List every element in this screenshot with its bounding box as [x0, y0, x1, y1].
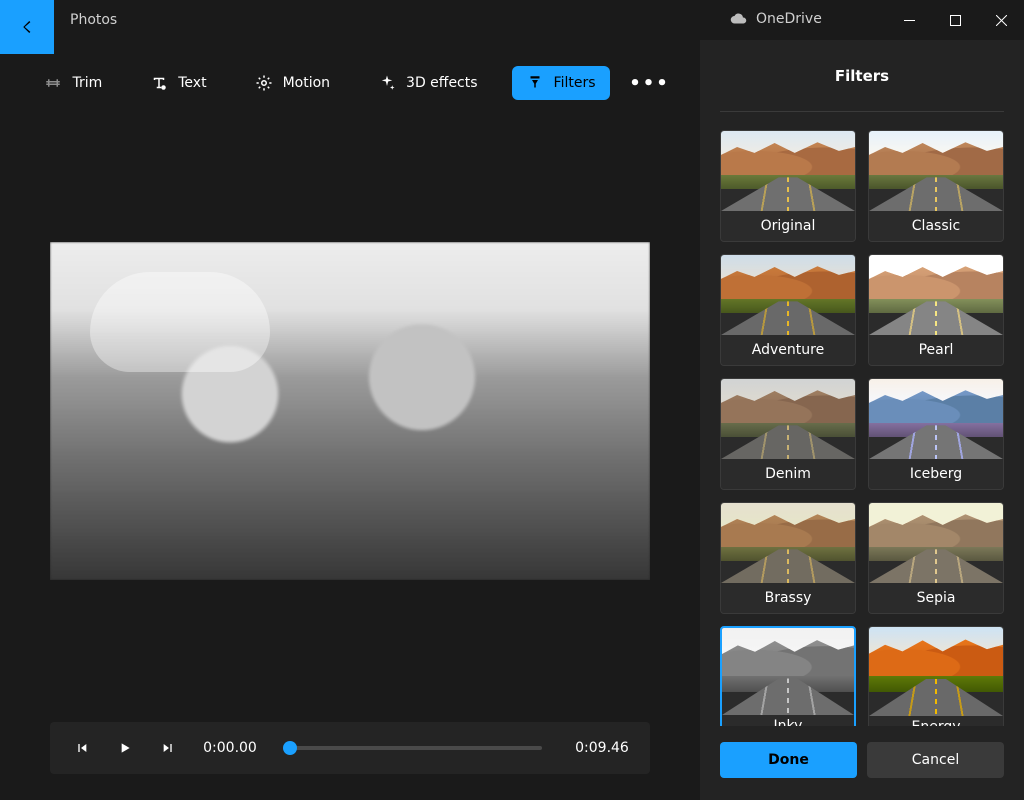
window-controls: [886, 0, 1024, 40]
motion-icon: [255, 74, 273, 92]
done-button[interactable]: Done: [720, 742, 857, 778]
play-button[interactable]: [114, 737, 136, 759]
filter-thumb: [721, 131, 855, 211]
arrow-left-icon: [18, 18, 36, 36]
tool-trim[interactable]: Trim: [30, 66, 116, 100]
filter-label: Original: [721, 211, 855, 241]
seek-knob[interactable]: [283, 741, 297, 755]
editor-pane: Trim Text Motion 3D effects Filters: [0, 40, 700, 800]
filter-label: Brassy: [721, 583, 855, 613]
filter-thumb: [869, 131, 1003, 211]
filter-thumb: [869, 503, 1003, 583]
stage-wrap: [0, 112, 700, 702]
step-back-icon: [73, 740, 89, 756]
filter-card-denim[interactable]: Denim: [720, 378, 856, 490]
filter-card-inky[interactable]: Inky: [720, 626, 856, 726]
video-preview[interactable]: [50, 242, 650, 580]
filters-grid: Original Classic Adventure Pearl Denim Iceber…: [720, 130, 1004, 726]
sparkle-icon: [378, 74, 396, 92]
filter-thumb: [869, 379, 1003, 459]
duration: 0:09.46: [574, 740, 630, 756]
next-frame-button[interactable]: [158, 737, 180, 759]
cancel-button[interactable]: Cancel: [867, 742, 1004, 778]
more-menu[interactable]: •••: [630, 65, 670, 101]
cloud-icon: [730, 10, 748, 28]
play-icon: [117, 740, 133, 756]
filters-icon: [526, 74, 544, 92]
filter-card-sepia[interactable]: Sepia: [868, 502, 1004, 614]
filter-label: Energy: [869, 716, 1003, 726]
current-time: 0:00.00: [202, 740, 258, 756]
filter-label: Sepia: [869, 583, 1003, 613]
filter-label: Adventure: [721, 335, 855, 365]
filter-thumb: [869, 255, 1003, 335]
filters-actions: Done Cancel: [700, 726, 1024, 800]
filter-thumb: [722, 628, 854, 715]
tool-filters-label: Filters: [554, 75, 596, 91]
app-root: Photos OneDrive Trim: [0, 0, 1024, 800]
filter-label: Inky: [722, 715, 854, 726]
step-forward-icon: [161, 740, 177, 756]
tool-text[interactable]: Text: [136, 66, 220, 100]
text-icon: [150, 74, 168, 92]
maximize-icon: [950, 15, 961, 26]
filter-card-pearl[interactable]: Pearl: [868, 254, 1004, 366]
filter-card-brassy[interactable]: Brassy: [720, 502, 856, 614]
filter-thumb: [721, 503, 855, 583]
filter-card-original[interactable]: Original: [720, 130, 856, 242]
filter-label: Classic: [869, 211, 1003, 241]
onedrive-status[interactable]: OneDrive: [730, 10, 822, 28]
editor-toolbar: Trim Text Motion 3D effects Filters: [0, 54, 700, 112]
filter-card-classic[interactable]: Classic: [868, 130, 1004, 242]
minimize-icon: [904, 15, 915, 26]
filter-label: Iceberg: [869, 459, 1003, 489]
maximize-button[interactable]: [932, 0, 978, 40]
close-icon: [996, 15, 1007, 26]
filter-card-energy[interactable]: Energy: [868, 626, 1004, 726]
ellipsis-icon: •••: [629, 73, 670, 94]
tool-3d-effects[interactable]: 3D effects: [364, 66, 492, 100]
trim-icon: [44, 74, 62, 92]
filters-panel-title: Filters: [720, 40, 1004, 112]
prev-frame-button[interactable]: [70, 737, 92, 759]
filter-label: Denim: [721, 459, 855, 489]
filter-thumb: [721, 255, 855, 335]
filter-card-adventure[interactable]: Adventure: [720, 254, 856, 366]
filter-thumb: [869, 627, 1003, 716]
title-bar: Photos OneDrive: [0, 0, 1024, 40]
filters-grid-wrap: Original Classic Adventure Pearl Denim Iceber…: [700, 112, 1024, 726]
filter-thumb: [721, 379, 855, 459]
tool-3d-effects-label: 3D effects: [406, 75, 478, 91]
tool-text-label: Text: [178, 75, 206, 91]
filter-card-iceberg[interactable]: Iceberg: [868, 378, 1004, 490]
tool-motion-label: Motion: [283, 75, 330, 91]
tool-trim-label: Trim: [72, 75, 102, 91]
filter-label: Pearl: [869, 335, 1003, 365]
tool-filters[interactable]: Filters: [512, 66, 610, 100]
minimize-button[interactable]: [886, 0, 932, 40]
close-button[interactable]: [978, 0, 1024, 40]
filters-panel: Filters Original Classic Adventure Pearl Den…: [700, 40, 1024, 800]
player-bar: 0:00.00 0:09.46: [50, 722, 650, 774]
seek-track[interactable]: [290, 746, 542, 750]
back-button[interactable]: [0, 0, 54, 54]
onedrive-label: OneDrive: [756, 11, 822, 27]
app-title: Photos: [70, 12, 117, 28]
tool-motion[interactable]: Motion: [241, 66, 344, 100]
